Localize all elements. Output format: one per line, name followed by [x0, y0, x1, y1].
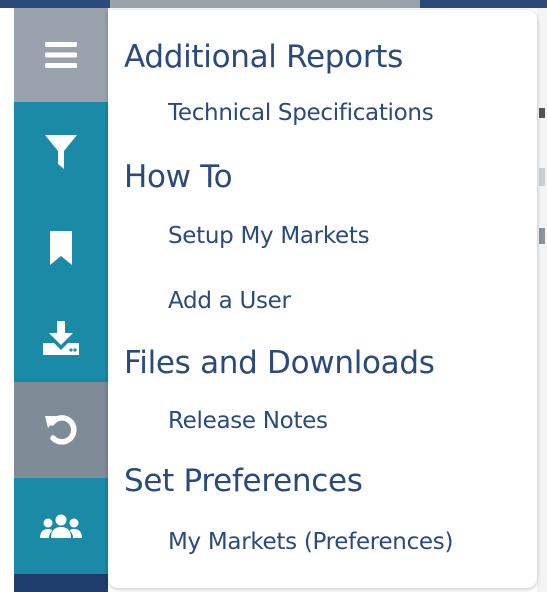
help-menu-dropdown: Additional Reports Technical Specificati…: [108, 10, 537, 588]
bookmark-button[interactable]: [14, 202, 108, 294]
menu-link-release-notes[interactable]: Release Notes: [168, 410, 328, 433]
menu-link-add-a-user[interactable]: Add a User: [168, 290, 291, 313]
menu-heading-how-to: How To: [124, 159, 233, 195]
download-button[interactable]: [14, 294, 108, 382]
users-group-icon: [40, 514, 82, 538]
menu-heading-set-preferences: Set Preferences: [124, 463, 363, 499]
background-mark: [539, 168, 545, 186]
sidebar-bottom-item: [14, 574, 108, 592]
menu-heading-files-and-downloads: Files and Downloads: [124, 345, 435, 381]
filter-button[interactable]: [14, 102, 108, 202]
users-button[interactable]: [14, 478, 108, 574]
top-bar-middle: [110, 0, 420, 8]
menu-link-my-markets-preferences[interactable]: My Markets (Preferences): [168, 531, 453, 554]
undo-button[interactable]: [14, 382, 108, 478]
menu-link-setup-my-markets[interactable]: Setup My Markets: [168, 225, 370, 248]
menu-link-technical-specifications[interactable]: Technical Specifications: [168, 102, 434, 125]
icon-sidebar: [14, 8, 108, 592]
top-bar-right: [420, 0, 547, 8]
app-screen: Additional Reports Technical Specificati…: [0, 0, 547, 592]
background-mark: [539, 228, 545, 244]
download-icon: [43, 321, 79, 355]
menu-heading-additional-reports: Additional Reports: [124, 39, 403, 75]
bookmark-icon: [50, 231, 72, 265]
background-mark: [539, 108, 545, 118]
hamburger-menu-icon: [45, 42, 77, 68]
top-bar-left: [0, 0, 110, 8]
undo-icon: [45, 415, 77, 445]
menu-button[interactable]: [14, 8, 108, 102]
filter-icon: [45, 135, 77, 169]
background-content-edge: [537, 8, 547, 592]
